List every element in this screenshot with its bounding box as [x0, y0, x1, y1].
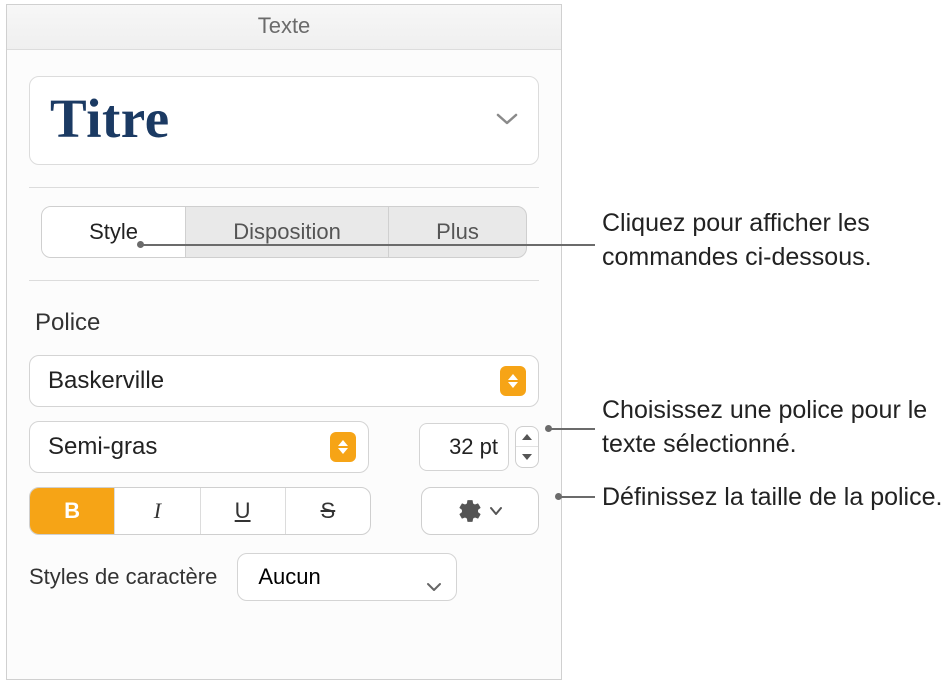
text-style-group: B I U S: [29, 487, 371, 535]
font-weight-value: Semi-gras: [48, 433, 157, 461]
gear-icon: [457, 498, 483, 524]
underline-button[interactable]: U: [201, 488, 286, 534]
tab-style[interactable]: Style: [42, 207, 186, 257]
bold-button[interactable]: B: [30, 488, 115, 534]
font-size-stepper: [515, 426, 539, 468]
text-inspector-panel: Texte Titre Style Disposition Plus Polic…: [6, 4, 562, 680]
divider: [29, 187, 539, 188]
character-styles-label: Styles de caractère: [29, 564, 217, 590]
chevron-down-icon: [496, 112, 518, 126]
updown-icon: [500, 366, 526, 396]
chevron-down-icon: [426, 572, 442, 582]
font-size-step-down[interactable]: [516, 447, 538, 467]
updown-icon: [330, 432, 356, 462]
callout-size: Définissez la taille de la police.: [602, 481, 942, 515]
font-section-label: Police: [35, 309, 533, 337]
paragraph-style-name: Titre: [50, 87, 170, 150]
font-weight-select[interactable]: Semi-gras: [29, 421, 369, 473]
tab-plus[interactable]: Plus: [389, 207, 526, 257]
font-family-select[interactable]: Baskerville: [29, 355, 539, 407]
callout-line: [140, 244, 595, 246]
tab-disposition[interactable]: Disposition: [186, 207, 389, 257]
character-styles-value: Aucun: [258, 564, 320, 590]
character-styles-select[interactable]: Aucun: [237, 553, 457, 601]
advanced-options-button[interactable]: [421, 487, 539, 535]
callout-line: [558, 496, 595, 498]
font-size-field[interactable]: 32 pt: [419, 423, 509, 471]
strikethrough-button[interactable]: S: [286, 488, 370, 534]
chevron-down-icon: [489, 506, 503, 516]
panel-title: Texte: [7, 5, 561, 50]
paragraph-style-picker[interactable]: Titre: [29, 76, 539, 165]
callout-font: Choisissez une police pour le texte séle…: [602, 394, 943, 462]
font-size-step-up[interactable]: [516, 427, 538, 447]
text-tabs: Style Disposition Plus: [41, 206, 527, 258]
callout-line: [548, 428, 595, 430]
font-family-value: Baskerville: [48, 367, 164, 395]
callout-tabs: Cliquez pour afficher les commandes ci-d…: [602, 207, 943, 275]
italic-button[interactable]: I: [115, 488, 200, 534]
divider: [29, 280, 539, 281]
